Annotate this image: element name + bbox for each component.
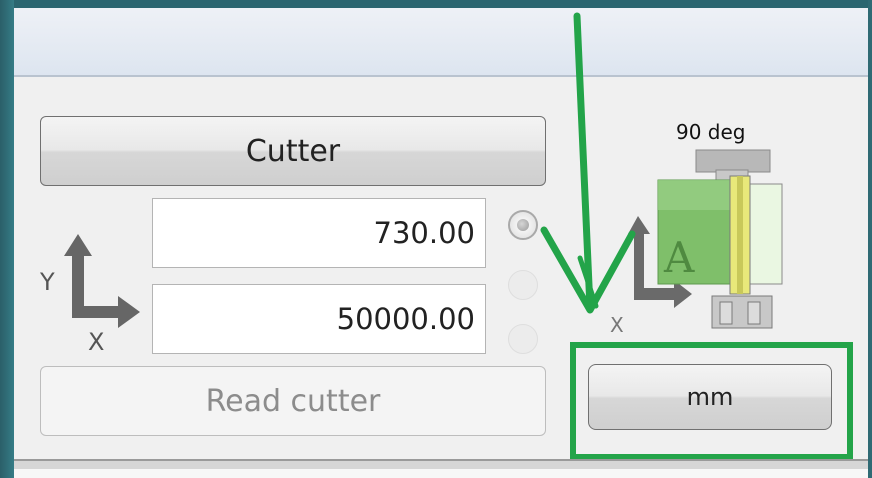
x-axis-label: X [88, 328, 104, 356]
cutter-button-label: Cutter [245, 133, 341, 169]
application-window: Cutter Y X 730.00 50000.00 Read cutter 9… [14, 8, 868, 478]
tool-letter: A [663, 233, 695, 282]
bottom-area [14, 469, 868, 478]
radio-selected-dot [517, 219, 529, 231]
desktop-frame-top [0, 0, 872, 8]
annotation-highlight-box [570, 342, 853, 460]
radio-option-3[interactable] [508, 324, 538, 354]
cutter-x-input[interactable]: 50000.00 [152, 284, 486, 354]
bottom-separator [14, 459, 868, 469]
desktop-frame-left [0, 0, 14, 478]
radio-option-2[interactable] [508, 270, 538, 300]
diagram-x-axis-label: X [610, 313, 624, 336]
read-cutter-button[interactable]: Read cutter [40, 366, 546, 436]
desktop-frame-right [868, 0, 872, 478]
read-cutter-button-label: Read cutter [205, 383, 381, 419]
orientation-tool-icon[interactable]: X A [602, 146, 792, 336]
cutter-button[interactable]: Cutter [40, 116, 546, 186]
cutter-y-input[interactable]: 730.00 [152, 198, 486, 268]
y-axis-label: Y [39, 268, 55, 296]
orientation-angle-label: 90 deg [676, 120, 746, 144]
title-bar [14, 8, 868, 77]
xy-axes-icon: Y X [39, 234, 140, 356]
radio-option-1[interactable] [508, 210, 538, 240]
